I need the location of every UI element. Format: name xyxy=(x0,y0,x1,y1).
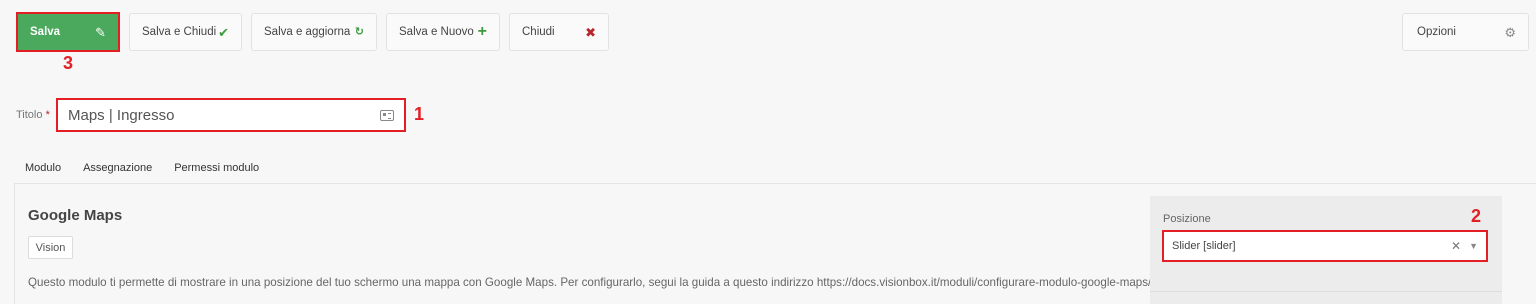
toolbar: Salva ✎ Salva e Chiudi ✔ Salva e aggiorn… xyxy=(0,0,1536,60)
annotation-2: 2 xyxy=(1471,206,1482,226)
title-label-text: Titolo xyxy=(16,109,43,121)
close-circle-icon: ✖ xyxy=(585,24,596,40)
id-card-icon xyxy=(380,109,394,121)
title-input[interactable]: Maps | Ingresso xyxy=(56,98,406,132)
options-label: Opzioni xyxy=(1417,26,1456,38)
module-badge: Vision xyxy=(28,236,73,259)
title-input-value: Maps | Ingresso xyxy=(68,106,175,124)
save-and-close-button[interactable]: Salva e Chiudi ✔ xyxy=(129,13,242,51)
tab-assegnazione[interactable]: Assegnazione xyxy=(72,154,163,184)
title-label: Titolo * xyxy=(16,109,50,121)
edit-icon: ✎ xyxy=(95,24,106,40)
refresh-icon: ↻ xyxy=(354,25,364,38)
save-and-update-button[interactable]: Salva e aggiorna ↻ xyxy=(251,13,377,51)
clear-icon[interactable]: ✕ xyxy=(1451,239,1461,253)
close-button[interactable]: Chiudi ✖ xyxy=(509,13,609,51)
gear-icon: ⚙ xyxy=(1504,24,1516,40)
annotation-1: 1 xyxy=(414,104,425,124)
position-select[interactable]: Slider [slider] ✕ ▼ xyxy=(1162,230,1488,262)
chevron-down-icon[interactable]: ▼ xyxy=(1469,241,1478,251)
position-selected-value: Slider [slider] xyxy=(1172,240,1236,252)
position-label: Posizione xyxy=(1163,213,1211,225)
check-icon: ✔ xyxy=(218,24,229,40)
tab-bar: Modulo Assegnazione Permessi modulo xyxy=(14,154,270,184)
save-and-update-label: Salva e aggiorna xyxy=(264,26,351,38)
side-panel-divider xyxy=(1150,291,1502,292)
plus-icon: + xyxy=(477,23,487,40)
close-label: Chiudi xyxy=(522,26,555,38)
tab-modulo[interactable]: Modulo xyxy=(14,154,72,184)
module-description: Questo modulo ti permette di mostrare in… xyxy=(28,276,1152,289)
save-and-new-button[interactable]: Salva e Nuovo + xyxy=(386,13,500,51)
module-title: Google Maps xyxy=(28,207,123,224)
required-mark: * xyxy=(45,109,50,121)
save-and-new-label: Salva e Nuovo xyxy=(399,26,474,38)
options-button[interactable]: Opzioni ⚙ xyxy=(1402,13,1529,51)
save-button-label: Salva xyxy=(30,26,61,38)
tab-permessi-modulo[interactable]: Permessi modulo xyxy=(163,154,270,184)
annotation-3: 3 xyxy=(63,53,74,73)
save-button[interactable]: Salva ✎ xyxy=(16,12,120,52)
save-and-close-label: Salva e Chiudi xyxy=(142,26,217,38)
